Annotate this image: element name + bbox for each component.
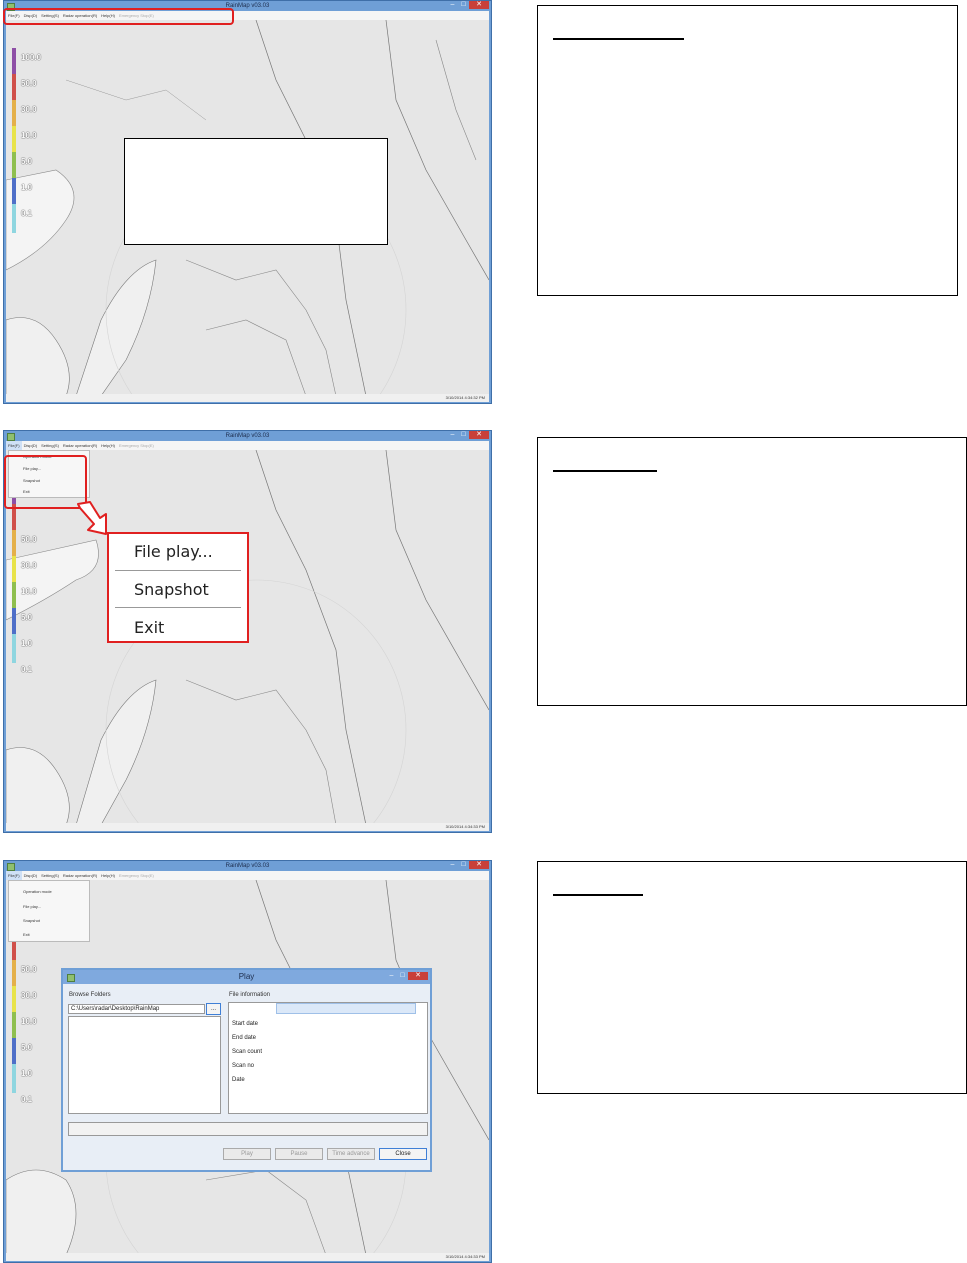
legend-label: 50.0 [21,79,37,88]
legend-label: 1.0 [21,1069,33,1078]
info-row-label: Date [232,1077,245,1083]
maximize-icon[interactable]: □ [458,431,469,439]
note-heading-underline [553,470,657,472]
status-timestamp: 3/10/2014 4:34:33 PM [445,1254,485,1259]
status-bar: 3/10/2014 4:34:33 PM [6,1253,489,1261]
playback-slider[interactable] [68,1122,428,1136]
legend-label: 10.0 [21,587,37,596]
info-row-label: Start date [232,1021,259,1027]
dialog-title: Play [238,972,255,981]
menu-file[interactable]: File(F) [6,871,22,880]
blank-label-box [124,138,388,245]
menu-setting[interactable]: Setting(S) [39,441,61,450]
legend-label: 0.1 [21,665,33,674]
menu-disp[interactable]: Disp(D) [22,441,40,450]
file-info-table: Start date End date Scan count Scan no D… [228,1002,428,1114]
play-dialog: Play – □ ✕ Browse Folders C:\Users\radar… [61,968,432,1172]
close-icon[interactable]: ✕ [469,861,489,869]
minimize-icon[interactable]: – [447,1,458,9]
legend-label: 50.0 [21,965,37,974]
legend-label: 100.0 [21,53,42,62]
menu-radar-operation[interactable]: Radar operation(R) [61,441,99,450]
menu-emergency-stop[interactable]: Emergency Stop(E) [117,441,156,450]
file-dropdown-menu: Operation mode File play... Snapshot Exi… [8,880,90,942]
close-icon[interactable]: ✕ [469,431,489,439]
legend-label: 5.0 [21,157,33,166]
note-heading-underline [553,38,684,40]
browse-folders-label: Browse Folders [69,992,111,998]
menu-radar-operation[interactable]: Radar operation(R) [61,871,99,880]
file-menu-zoom-popout: File play... Snapshot Exit [107,532,249,643]
popout-separator [115,570,241,571]
pause-button[interactable]: Pause [275,1148,323,1160]
maximize-icon[interactable]: □ [397,972,408,980]
menu-bar-highlight [3,8,234,25]
legend-label: 10.0 [21,131,37,140]
legend-label: 30.0 [21,105,37,114]
menu-help[interactable]: Help(H) [99,441,117,450]
note-box-1 [537,5,958,296]
window-title: RainMap v03.03 [225,863,270,869]
status-bar: 3/10/2014 4:34:33 PM [6,823,489,831]
legend-label: 10.0 [21,1017,37,1026]
status-bar: 3/10/2014 4:34:32 PM [6,394,489,402]
status-timestamp: 3/10/2014 4:34:33 PM [445,824,485,829]
close-button[interactable]: Close [379,1148,427,1160]
maximize-icon[interactable]: □ [458,1,469,9]
menu-bar: File(F) Disp(D) Setting(S) Radar operati… [6,871,489,880]
folder-list[interactable] [68,1016,221,1114]
menu-item-operation-mode[interactable]: Operation mode [23,889,52,894]
note-heading-underline [553,894,643,896]
legend-label: 50.0 [21,535,37,544]
legend-color-bar [12,48,16,233]
info-row-label: Scan no [232,1063,255,1069]
popout-separator [115,607,241,608]
folder-path-field[interactable]: C:\Users\radar\Desktop\RainMap [68,1004,205,1014]
title-bar[interactable]: RainMap v03.03 – □ ✕ [4,861,491,871]
browse-button[interactable]: ... [206,1003,221,1015]
minimize-icon[interactable]: – [386,972,397,980]
legend-label: 5.0 [21,1043,33,1052]
menu-help[interactable]: Help(H) [99,871,117,880]
menu-bar: File(F) Disp(D) Setting(S) Radar operati… [6,441,489,450]
minimize-icon[interactable]: – [447,431,458,439]
menu-item-file-play[interactable]: File play... [23,904,41,909]
minimize-icon[interactable]: – [447,861,458,869]
menu-setting[interactable]: Setting(S) [39,871,61,880]
info-row-header [276,1003,416,1014]
legend-label: 0.1 [21,209,33,218]
note-box-3 [537,861,967,1094]
legend-label: 30.0 [21,991,37,1000]
menu-disp[interactable]: Disp(D) [22,871,40,880]
close-icon[interactable]: ✕ [469,1,489,9]
legend-label: 0.1 [21,1095,33,1104]
legend-label: 1.0 [21,183,33,192]
play-button[interactable]: Play [223,1148,271,1160]
info-row-label: End date [232,1035,257,1041]
menu-file[interactable]: File(F) [6,441,22,450]
file-information-label: File information [229,992,271,998]
menu-emergency-stop[interactable]: Emergency Stop(E) [117,871,156,880]
window-title: RainMap v03.03 [225,433,270,439]
title-bar[interactable]: RainMap v03.03 – □ ✕ [4,431,491,441]
menu-item-exit[interactable]: Exit [23,932,30,937]
legend-label: 30.0 [21,561,37,570]
popout-exit[interactable]: Exit [134,618,164,637]
legend-label: 5.0 [21,613,33,622]
time-advance-button[interactable]: Time advance [327,1148,375,1160]
dialog-title-bar[interactable]: Play – □ ✕ [63,970,430,984]
maximize-icon[interactable]: □ [458,861,469,869]
note-box-2 [537,437,967,706]
popout-file-play[interactable]: File play... [134,542,213,561]
close-icon[interactable]: ✕ [408,972,428,980]
popout-snapshot[interactable]: Snapshot [134,580,209,599]
status-timestamp: 3/10/2014 4:34:32 PM [445,395,485,400]
menu-item-snapshot[interactable]: Snapshot [23,918,40,923]
info-row-label: Scan count [232,1049,263,1055]
legend-label: 1.0 [21,639,33,648]
